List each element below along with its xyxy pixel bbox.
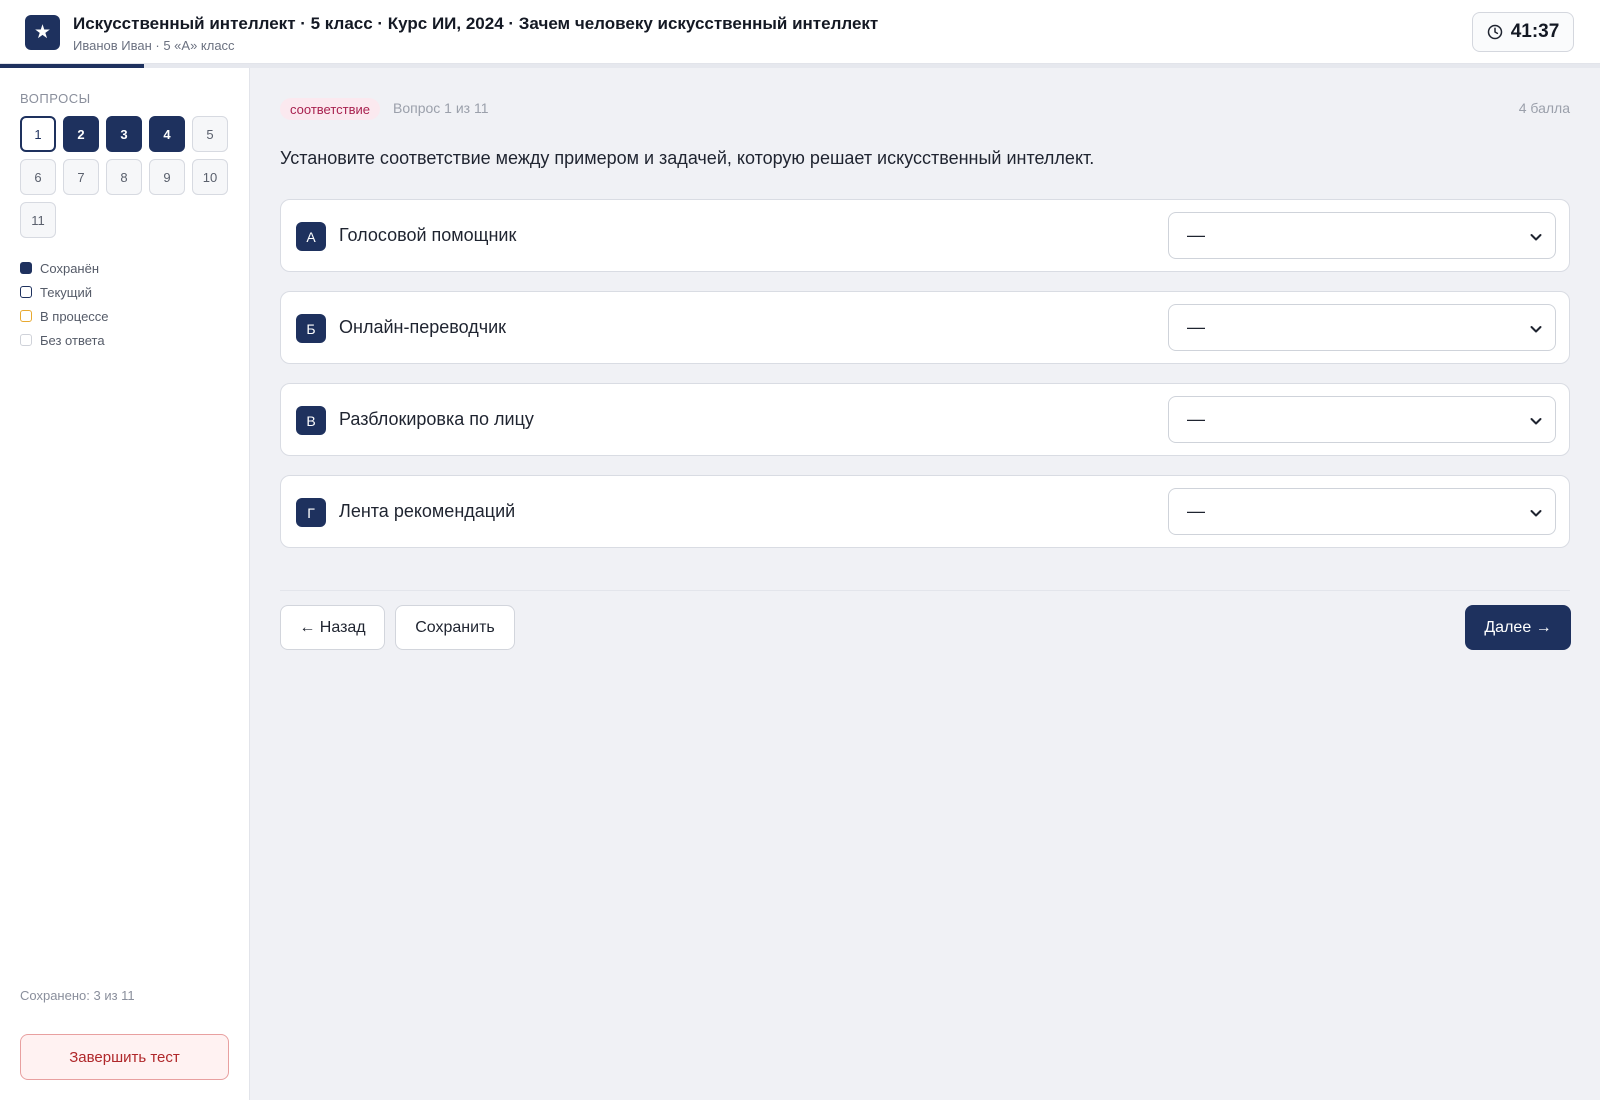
question-type-badge: соответствие <box>280 98 380 120</box>
legend-label: Сохранён <box>40 260 100 276</box>
question-button[interactable]: 11 <box>20 202 56 238</box>
page-title: Искусственный интеллект · 5 класс · Курс… <box>73 14 879 33</box>
divider <box>280 590 1570 591</box>
legend-item-saved: Сохранён <box>20 256 109 280</box>
sidebar-title: ВОПРОСЫ <box>20 91 91 106</box>
question-button[interactable]: 3 <box>106 116 142 152</box>
in-progress-swatch-icon <box>20 310 32 322</box>
legend-label: В процессе <box>40 308 109 324</box>
legend-label: Текущий <box>40 284 92 300</box>
current-swatch-icon <box>20 286 32 298</box>
chevron-down-icon <box>1530 418 1542 425</box>
top-bar: ★ Искусственный интеллект · 5 класс · Ку… <box>0 0 1600 64</box>
question-button[interactable]: 10 <box>192 159 228 195</box>
row-letter: В <box>296 406 326 435</box>
chevron-down-icon <box>1530 510 1542 517</box>
finish-test-button[interactable]: Завершить тест <box>20 1034 229 1080</box>
legend-item-in-progress: В процессе <box>20 304 109 328</box>
select-value: — <box>1187 225 1205 245</box>
match-row: В Разблокировка по лицу — <box>280 383 1570 456</box>
question-button[interactable]: 9 <box>149 159 185 195</box>
question-button[interactable]: 2 <box>63 116 99 152</box>
chevron-down-icon <box>1530 234 1542 241</box>
question-panel: соответствие Вопрос 1 из 11 4 балла Уста… <box>250 68 1600 1100</box>
match-row: Г Лента рекомендаций — <box>280 475 1570 548</box>
saved-swatch-icon <box>20 262 32 274</box>
select-value: — <box>1187 501 1205 521</box>
question-counter: Вопрос 1 из 11 <box>393 100 489 116</box>
clock-icon <box>1487 24 1502 40</box>
legend-item-current: Текущий <box>20 280 109 304</box>
match-row: А Голосовой помощник — <box>280 199 1570 272</box>
row-letter: Б <box>296 314 326 343</box>
timer-value: 41:37 <box>1510 21 1560 42</box>
row-label: Лента рекомендаций <box>339 501 516 521</box>
question-navigator: 1 2 3 4 5 6 7 8 9 10 11 <box>20 116 240 238</box>
answer-select[interactable]: — <box>1168 488 1556 535</box>
back-button[interactable]: ← Назад <box>280 605 385 650</box>
question-button[interactable]: 1 <box>20 116 56 152</box>
question-points: 4 балла <box>1518 100 1570 116</box>
answer-select[interactable]: — <box>1168 212 1556 259</box>
question-button[interactable]: 7 <box>63 159 99 195</box>
saved-count: Сохранено: 3 из 11 <box>20 988 135 1003</box>
answer-select[interactable]: — <box>1168 304 1556 351</box>
sidebar: ВОПРОСЫ 1 2 3 4 5 6 7 8 9 10 11 Сохранён… <box>0 68 250 1100</box>
select-value: — <box>1187 317 1205 337</box>
answer-select[interactable]: — <box>1168 396 1556 443</box>
question-button[interactable]: 5 <box>192 116 228 152</box>
student-info: Иванов Иван · 5 «А» класс <box>73 38 235 53</box>
row-letter: Г <box>296 498 326 527</box>
legend-label: Без ответа <box>40 332 105 348</box>
timer: 41:37 <box>1472 12 1574 52</box>
question-button[interactable]: 6 <box>20 159 56 195</box>
question-button[interactable]: 4 <box>149 116 185 152</box>
star-logo-icon: ★ <box>25 15 60 50</box>
status-legend: Сохранён Текущий В процессе Без ответа <box>20 256 109 352</box>
row-label: Онлайн-переводчик <box>339 317 507 337</box>
select-value: — <box>1187 409 1205 429</box>
row-letter: А <box>296 222 326 251</box>
row-label: Разблокировка по лицу <box>339 409 534 429</box>
match-row: Б Онлайн-переводчик — <box>280 291 1570 364</box>
question-button[interactable]: 8 <box>106 159 142 195</box>
chevron-down-icon <box>1530 326 1542 333</box>
no-answer-swatch-icon <box>20 334 32 346</box>
row-label: Голосовой помощник <box>339 225 517 245</box>
question-text: Установите соответствие между примером и… <box>280 148 1095 168</box>
next-button[interactable]: Далее → <box>1465 605 1571 650</box>
save-button[interactable]: Сохранить <box>395 605 515 650</box>
legend-item-no-answer: Без ответа <box>20 328 109 352</box>
